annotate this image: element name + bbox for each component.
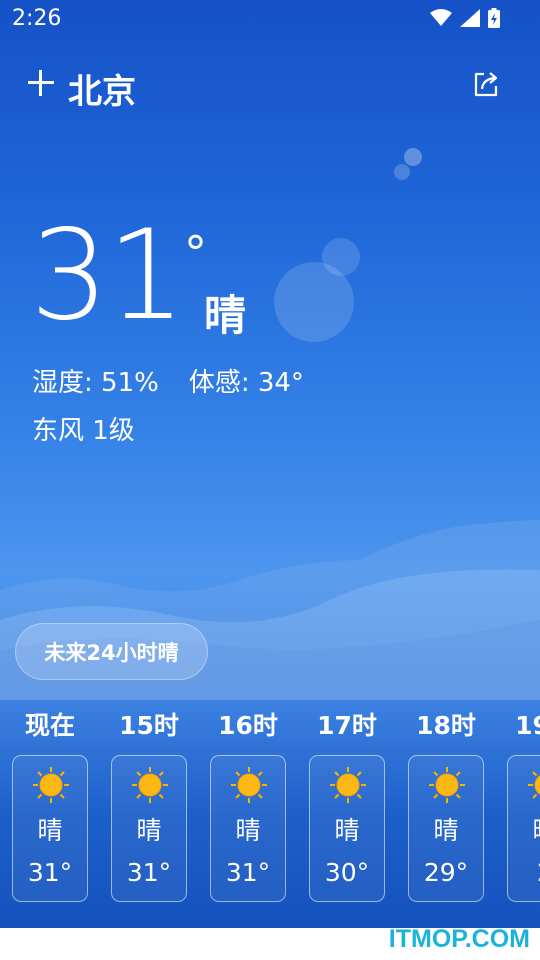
hour-temperature: 2 (508, 858, 540, 887)
current-temperature: 31 (30, 204, 186, 348)
forecast-summary-button[interactable]: 未来24小时晴 (15, 623, 208, 680)
sun-icon (33, 767, 69, 803)
hour-condition: 晴 (235, 816, 261, 845)
current-condition: 晴 (204, 291, 247, 340)
hour-card[interactable]: 晴 31° (12, 755, 88, 902)
humidity: 湿度: 51% (32, 368, 159, 398)
hour-temperature: 29° (423, 858, 469, 887)
status-bar: 2:26 (0, 0, 540, 38)
hourly-forecast[interactable]: 现在 晴 31° 15时 晴 31° 16时 晴 31° 17时 晴 30° 1… (0, 706, 540, 916)
degree-symbol: ° (184, 226, 207, 280)
share-icon[interactable] (470, 68, 502, 100)
signal-icon (460, 9, 480, 27)
hour-card[interactable]: 晴 2 (507, 755, 540, 902)
hour-card[interactable]: 晴 31° (210, 755, 286, 902)
hour-card[interactable]: 晴 31° (111, 755, 187, 902)
watermark: ITMOP.COM (388, 925, 530, 953)
hour-label: 15时 (119, 711, 179, 740)
lens-flare (404, 148, 422, 166)
add-icon[interactable] (28, 70, 54, 96)
hour-temperature: 30° (324, 858, 370, 887)
sun-icon (231, 767, 267, 803)
battery-icon (488, 8, 500, 28)
hour-label: 19时 (515, 711, 540, 740)
hour-label: 现在 (24, 711, 75, 740)
feels-like: 体感: 34° (188, 368, 304, 398)
weather-screen: 2:26 北京 31 ° 晴 湿度: 51% 体感: 34° 东风 1级 未来2… (0, 0, 540, 928)
hour-card[interactable]: 晴 30° (309, 755, 385, 902)
hour-card[interactable]: 晴 29° (408, 755, 484, 902)
hour-condition: 晴 (433, 816, 459, 845)
hour-condition: 晴 (334, 816, 360, 845)
weather-details: 湿度: 51% 体感: 34° (32, 362, 304, 399)
wind: 东风 1级 (32, 416, 135, 446)
sun-icon (330, 767, 366, 803)
city-name[interactable]: 北京 (68, 64, 136, 113)
hour-condition: 晴 (37, 816, 63, 845)
hour-temperature: 31° (126, 858, 172, 887)
hour-condition: 晴 (508, 811, 540, 847)
lens-flare (322, 238, 360, 276)
hour-condition: 晴 (136, 816, 162, 845)
hour-temperature: 31° (225, 858, 271, 887)
top-bar: 北京 (0, 60, 540, 120)
sun-icon (429, 767, 465, 803)
watermark-bar: ITMOP.COM (0, 925, 540, 960)
lens-flare (394, 164, 410, 180)
status-time: 2:26 (12, 6, 62, 31)
sun-icon (528, 771, 540, 799)
hour-temperature: 31° (27, 858, 73, 887)
wifi-icon (430, 9, 452, 26)
sun-icon (132, 767, 168, 803)
hour-label: 18时 (416, 711, 476, 740)
hour-label: 16时 (218, 711, 278, 740)
hour-label: 17时 (317, 711, 377, 740)
